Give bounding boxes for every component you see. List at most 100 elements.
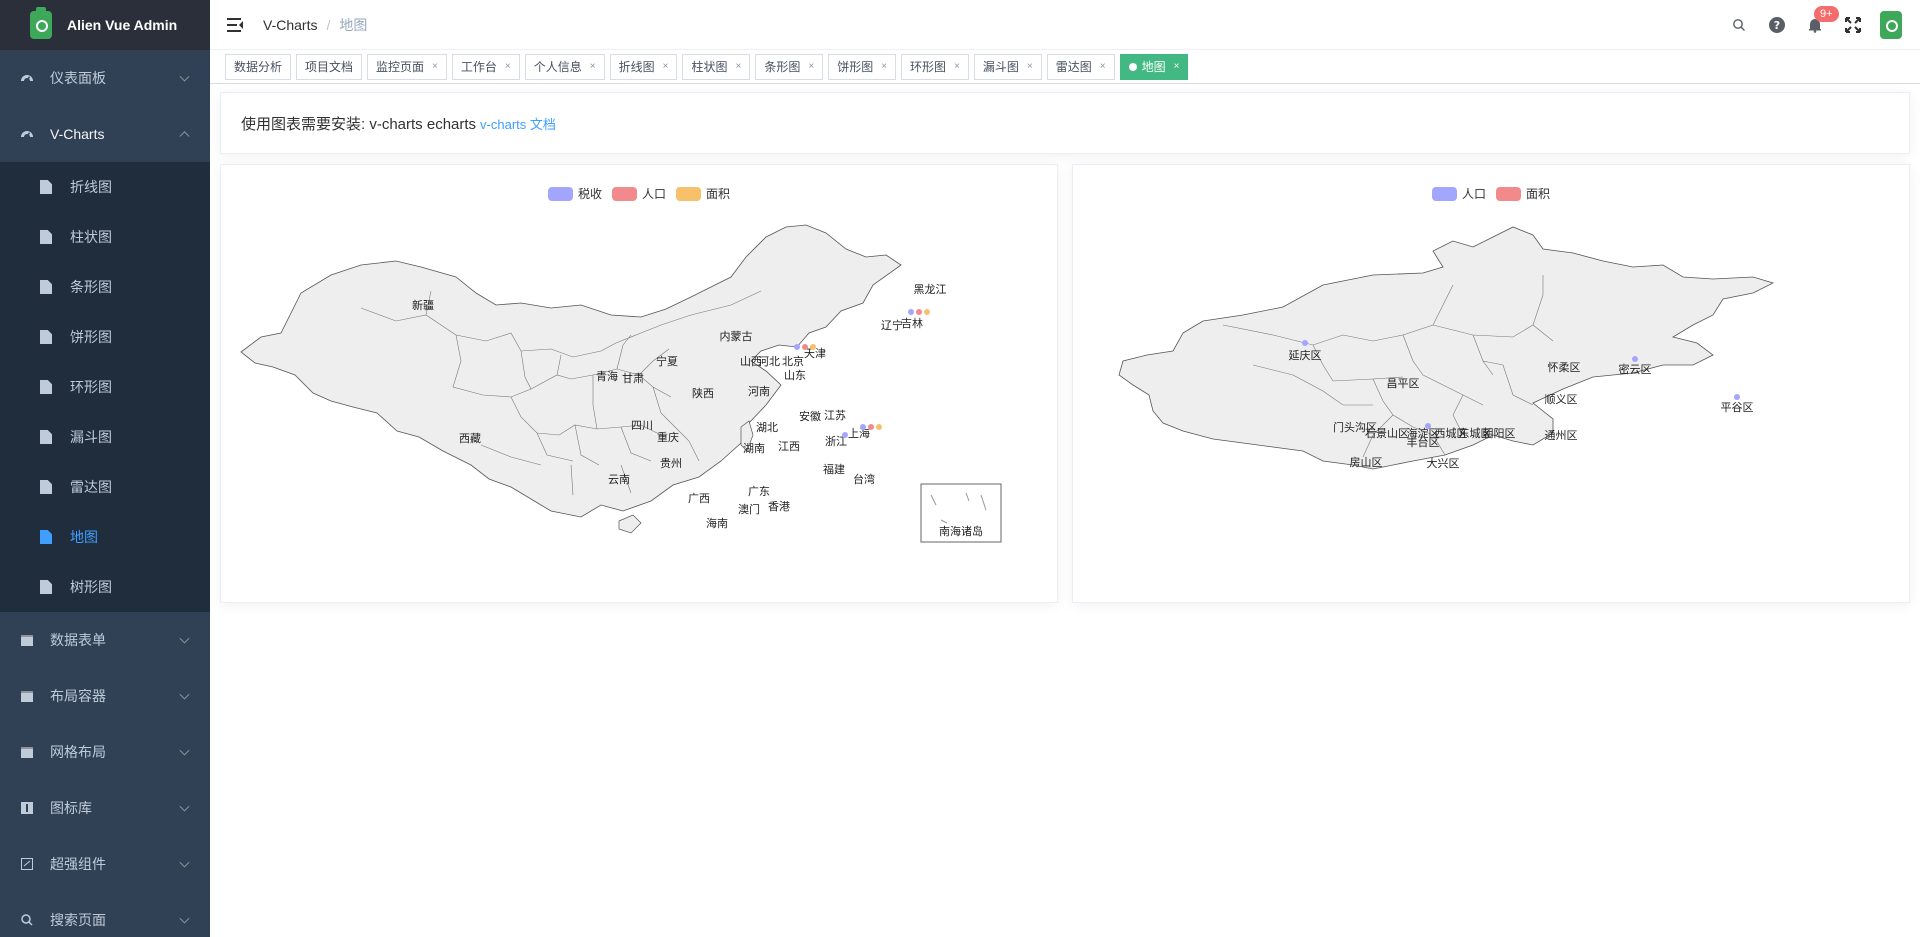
tag-label: 折线图	[618, 60, 655, 74]
map-label: 顺义区	[1545, 393, 1578, 406]
map-label: 黑龙江	[914, 283, 947, 296]
menu-label: 数据表单	[50, 632, 106, 648]
map-label: 河南	[748, 385, 770, 398]
search-button[interactable]	[1720, 0, 1758, 50]
close-icon[interactable]: ×	[954, 61, 960, 72]
map-label: 贵州	[660, 457, 682, 470]
chevron-up-icon	[179, 131, 190, 142]
dashboard-icon	[20, 127, 34, 141]
map-label: 广东	[748, 485, 770, 498]
close-icon[interactable]: ×	[590, 61, 596, 72]
main: V-Charts / 地图 ? 9+ 数据分析 项目文档 监控页面 × 工作台 ×	[210, 0, 1920, 937]
hamburger-icon[interactable]	[225, 15, 245, 35]
sidebar-item-tree[interactable]: 树形图	[0, 562, 210, 612]
china-map[interactable]: 新疆 西藏 青海 甘肃 宁夏 内蒙古 黑龙江 吉林 辽宁 北京 天津 河北 山西…	[221, 165, 1057, 602]
tags-view: 数据分析 项目文档 监控页面 × 工作台 × 个人信息 × 折线图 × 柱状图 × 条形图…	[210, 50, 1920, 84]
navbar: V-Charts / 地图 ? 9+	[210, 0, 1920, 50]
map-label: 新疆	[412, 298, 434, 312]
close-icon[interactable]: ×	[663, 61, 669, 72]
menu-icons[interactable]: 图标库	[0, 780, 210, 836]
tag-item[interactable]: 柱状图 ×	[682, 53, 751, 80]
close-icon[interactable]: ×	[808, 61, 814, 72]
map-label: 西藏	[459, 432, 481, 445]
sidebar-item-funnel[interactable]: 漏斗图	[0, 412, 210, 462]
sidebar-item-map[interactable]: 地图	[0, 512, 210, 562]
map-label: 上海	[848, 426, 870, 440]
tag-label: 漏斗图	[982, 60, 1019, 74]
marker-population	[1632, 356, 1638, 362]
app-title: Alien Vue Admin	[67, 17, 178, 33]
beijing-map[interactable]: 延庆区 怀柔区 密云区 昌平区 顺义区 平谷区 门头沟区 石景山区 海淀区 丰台…	[1073, 165, 1909, 602]
tag-label: 地图	[1141, 60, 1166, 74]
avatar[interactable]	[1880, 11, 1902, 39]
chevron-down-icon	[179, 857, 190, 868]
sidebar-item-pie[interactable]: 饼形图	[0, 312, 210, 362]
charts-row: 税收 人口 面积 新疆 西藏 青海 甘肃 宁夏 内蒙古 黑龙江 吉林 辽宁 北京…	[220, 164, 1910, 603]
sidebar-item-ring[interactable]: 环形图	[0, 362, 210, 412]
tag-item[interactable]: 饼形图 ×	[828, 53, 897, 80]
map-label: 江西	[778, 440, 800, 453]
close-icon[interactable]: ×	[505, 61, 511, 72]
vcharts-submenu: 折线图 柱状图 条形图 饼形图 环形图 漏斗图 雷达图 地图 树形图	[0, 162, 210, 612]
menu-dashboard[interactable]: 仪表面板	[0, 50, 210, 106]
tag-item[interactable]: 漏斗图 ×	[973, 53, 1042, 80]
fullscreen-button[interactable]	[1834, 0, 1872, 50]
map-label: 延庆区	[1289, 348, 1322, 362]
document-icon	[40, 530, 52, 544]
close-icon[interactable]: ×	[881, 61, 887, 72]
menu-layout[interactable]: 布局容器	[0, 668, 210, 724]
tag-item[interactable]: 工作台 ×	[451, 53, 520, 80]
breadcrumb-current: 地图	[339, 16, 368, 33]
close-icon[interactable]: ×	[1027, 61, 1033, 72]
tag-item[interactable]: 项目文档	[296, 53, 363, 80]
map-label: 澳门	[738, 502, 760, 516]
document-icon	[40, 380, 52, 394]
menu-data-form[interactable]: 数据表单	[0, 612, 210, 668]
marker-population	[1734, 394, 1740, 400]
map-label: 吉林	[901, 316, 923, 330]
breadcrumb-separator: /	[326, 16, 331, 33]
hainan-outline	[618, 514, 642, 534]
sidebar-item-line[interactable]: 折线图	[0, 162, 210, 212]
notification-button[interactable]: 9+	[1796, 0, 1839, 50]
tag-item[interactable]: 数据分析	[225, 53, 292, 80]
tag-item[interactable]: 条形图 ×	[755, 53, 824, 80]
sidebar-item-column[interactable]: 柱状图	[0, 212, 210, 262]
close-icon[interactable]: ×	[432, 61, 438, 72]
map-label: 山东	[784, 369, 806, 382]
search-icon	[20, 913, 34, 927]
close-icon[interactable]: ×	[1100, 61, 1106, 72]
map-label: 内蒙古	[720, 329, 753, 343]
tag-item[interactable]: 个人信息 ×	[524, 53, 605, 80]
sidebar-item-radar[interactable]: 雷达图	[0, 462, 210, 512]
marker-population	[802, 344, 808, 350]
menu-vcharts-label: V-Charts	[50, 126, 105, 142]
menu-vcharts[interactable]: V-Charts	[0, 106, 210, 162]
close-icon[interactable]: ×	[1174, 61, 1180, 72]
docs-link[interactable]: v-charts 文档	[480, 114, 556, 133]
tag-item[interactable]: 环形图 ×	[901, 53, 969, 80]
tag-item[interactable]: 雷达图 ×	[1046, 53, 1115, 80]
sidebar-item-bar[interactable]: 条形图	[0, 262, 210, 312]
chevron-down-icon	[179, 913, 190, 924]
document-icon	[40, 330, 52, 344]
tag-item[interactable]: 折线图 ×	[609, 53, 678, 80]
map-label: 甘肃	[622, 372, 644, 385]
document-icon	[40, 430, 52, 444]
tag-item-active[interactable]: 地图 ×	[1119, 53, 1189, 80]
tag-label: 柱状图	[691, 60, 728, 74]
menu-components[interactable]: 超强组件	[0, 836, 210, 892]
marker-area	[876, 424, 882, 430]
help-button[interactable]: ?	[1758, 0, 1796, 50]
map-label: 平谷区	[1721, 401, 1754, 414]
breadcrumb-item[interactable]: V-Charts	[263, 17, 317, 33]
document-icon	[40, 180, 52, 194]
tag-item[interactable]: 监控页面 ×	[367, 53, 447, 80]
marker-population	[868, 424, 874, 430]
map-label: 陕西	[692, 386, 714, 400]
menu-grid[interactable]: 网格布局	[0, 724, 210, 780]
map-label: 朝阳区	[1483, 427, 1516, 440]
close-icon[interactable]: ×	[735, 61, 741, 72]
logo[interactable]: Alien Vue Admin	[0, 0, 210, 50]
menu-search-page[interactable]: 搜索页面	[0, 892, 210, 937]
